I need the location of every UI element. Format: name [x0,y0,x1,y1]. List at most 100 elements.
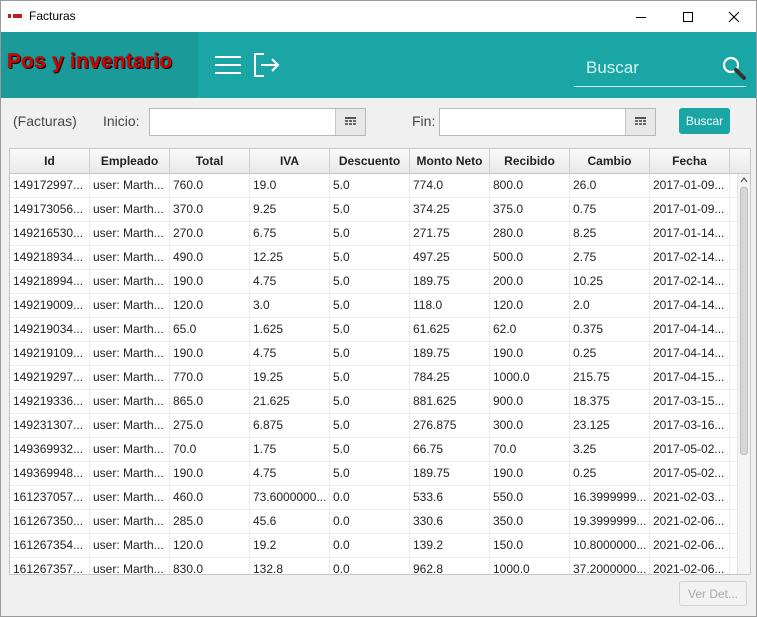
col-recibido-header[interactable]: Recibido [490,149,570,173]
start-calendar-button[interactable] [335,109,365,135]
col-cambio-cell: 37.2000000... [570,558,650,574]
col-recibido-cell: 150.0 [490,534,570,557]
col-total-header[interactable]: Total [170,149,250,173]
col-empleado-cell: user: Marth... [90,510,170,533]
search-button[interactable]: Buscar [679,108,730,134]
start-date-label: Inicio: [103,113,140,129]
window-title: Facturas [29,9,76,23]
col-id-header[interactable]: Id [10,149,90,173]
col-iva-header[interactable]: IVA [250,149,330,173]
search-input[interactable] [574,52,726,84]
col-recibido-cell: 190.0 [490,342,570,365]
col-empleado-cell: user: Marth... [90,366,170,389]
col-recibido-cell: 62.0 [490,318,570,341]
col-monto-neto-cell: 881.625 [410,390,490,413]
col-cambio-cell: 18.375 [570,390,650,413]
search-icon[interactable] [722,56,746,85]
menu-icon[interactable] [215,54,241,81]
col-id-cell: 149219034... [10,318,90,341]
table-row[interactable]: 149219009... user: Marth... 120.0 3.0 5.0 118… [10,294,737,318]
scroll-thumb[interactable] [740,187,748,455]
end-calendar-button[interactable] [625,109,655,135]
start-date-input[interactable] [150,109,338,135]
table-row[interactable]: 161267350... user: Marth... 285.0 45.6 0.0 33… [10,510,737,534]
col-monto-neto-cell: 189.75 [410,462,490,485]
col-cambio-cell: 0.25 [570,342,650,365]
col-cambio-cell: 2.75 [570,246,650,269]
col-descuento-cell: 5.0 [330,438,410,461]
table-row[interactable]: 149172997... user: Marth... 760.0 19.0 5.0 77… [10,174,737,198]
table-row[interactable]: 161237057... user: Marth... 460.0 73.600000… [10,486,737,510]
col-fecha-header[interactable]: Fecha [650,149,730,173]
col-total-cell: 770.0 [170,366,250,389]
table-row[interactable]: 149216530... user: Marth... 270.0 6.75 5.0 27… [10,222,737,246]
col-monto-neto-cell: 330.6 [410,510,490,533]
app-header: Pos y inventario [1,32,756,98]
col-recibido-cell: 120.0 [490,294,570,317]
col-empleado-cell: user: Marth... [90,318,170,341]
vertical-scrollbar[interactable] [737,174,750,574]
view-details-button[interactable]: Ver Det... [679,581,747,606]
table-row[interactable]: 161267357... user: Marth... 830.0 132.8 0.0 9… [10,558,737,574]
col-empleado-cell: user: Marth... [90,486,170,509]
col-fecha-cell: 2017-04-15... [650,366,730,389]
col-monto-neto-cell: 189.75 [410,270,490,293]
table-row[interactable]: 149218994... user: Marth... 190.0 4.75 5.0 18… [10,270,737,294]
col-iva-cell: 19.25 [250,366,330,389]
table-row[interactable]: 149173056... user: Marth... 370.0 9.25 5.0 37… [10,198,737,222]
close-button[interactable] [711,1,756,32]
col-cambio-cell: 23.125 [570,414,650,437]
scroll-up-icon[interactable] [740,177,748,183]
table-row[interactable]: 149219034... user: Marth... 65.0 1.625 5.0 61… [10,318,737,342]
logout-icon[interactable] [253,52,281,83]
col-descuento-cell: 5.0 [330,318,410,341]
col-descuento-header[interactable]: Descuento [330,149,410,173]
facturas-window: Facturas Pos y inventario Buscar (Factur… [0,0,757,617]
col-total-cell: 120.0 [170,534,250,557]
minimize-icon [636,16,646,18]
col-fecha-cell: 2021-02-03... [650,486,730,509]
col-descuento-cell: 5.0 [330,270,410,293]
col-empleado-cell: user: Marth... [90,294,170,317]
col-id-cell: 149219336... [10,390,90,413]
col-recibido-cell: 900.0 [490,390,570,413]
col-empleado-header[interactable]: Empleado [90,149,170,173]
col-total-cell: 760.0 [170,174,250,197]
col-cambio-cell: 19.3999999... [570,510,650,533]
col-cambio-cell: 16.3999999... [570,486,650,509]
col-iva-cell: 1.75 [250,438,330,461]
col-recibido-cell: 1000.0 [490,366,570,389]
col-monto-neto-header[interactable]: Monto Neto [410,149,490,173]
col-cambio-header[interactable]: Cambio [570,149,650,173]
minimize-button[interactable] [618,1,664,32]
table-row[interactable]: 149219336... user: Marth... 865.0 21.625 5.0… [10,390,737,414]
col-monto-neto-cell: 533.6 [410,486,490,509]
maximize-button[interactable] [665,1,711,32]
calendar-icon [345,117,356,125]
col-monto-neto-cell: 61.625 [410,318,490,341]
table-row[interactable]: 149369932... user: Marth... 70.0 1.75 5.0 66.… [10,438,737,462]
col-empleado-cell: user: Marth... [90,342,170,365]
col-fecha-cell: 2017-05-02... [650,438,730,461]
header-filler [730,149,750,173]
table-row[interactable]: 149218934... user: Marth... 490.0 12.25 5.0 4… [10,246,737,270]
table-row[interactable]: 149219109... user: Marth... 190.0 4.75 5.0 18… [10,342,737,366]
table-row[interactable]: 161267354... user: Marth... 120.0 19.2 0.0 13… [10,534,737,558]
col-descuento-cell: 5.0 [330,366,410,389]
col-monto-neto-cell: 774.0 [410,174,490,197]
col-fecha-cell: 2021-02-06... [650,510,730,533]
table-row[interactable]: 149219297... user: Marth... 770.0 19.25 5.0 7… [10,366,737,390]
col-total-cell: 830.0 [170,558,250,574]
col-empleado-cell: user: Marth... [90,198,170,221]
col-monto-neto-cell: 189.75 [410,342,490,365]
table-row[interactable]: 149231307... user: Marth... 275.0 6.875 5.0 2… [10,414,737,438]
end-date-input[interactable] [440,109,628,135]
col-descuento-cell: 5.0 [330,198,410,221]
col-id-cell: 161267350... [10,510,90,533]
end-date-label: Fin: [412,113,436,129]
col-empleado-cell: user: Marth... [90,246,170,269]
col-descuento-cell: 0.0 [330,486,410,509]
table-row[interactable]: 149369948... user: Marth... 190.0 4.75 5.0 18… [10,462,737,486]
search-box [574,52,746,87]
col-empleado-cell: user: Marth... [90,174,170,197]
